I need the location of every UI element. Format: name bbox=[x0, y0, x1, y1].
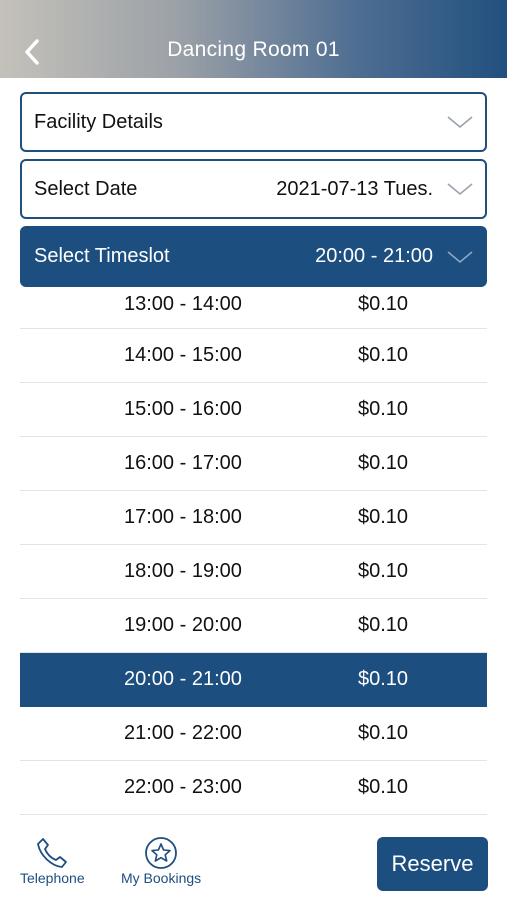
select-date-value: 2021-07-13 Tues. bbox=[276, 177, 433, 200]
telephone-tab[interactable]: Telephone bbox=[20, 836, 85, 886]
select-timeslot-label: Select Timeslot bbox=[34, 245, 170, 267]
my-bookings-label: My Bookings bbox=[121, 870, 202, 886]
select-date-label: Select Date bbox=[34, 177, 138, 200]
chevron-down-icon bbox=[447, 115, 473, 129]
timeslot-row[interactable]: 15:00 - 16:00 $0.10 bbox=[20, 383, 487, 437]
select-date-dropdown[interactable]: Select Date 2021-07-13 Tues. bbox=[20, 159, 487, 219]
chevron-down-icon bbox=[447, 250, 473, 264]
select-timeslot-value: 20:00 - 21:00 bbox=[315, 245, 433, 267]
timeslot-row[interactable]: 13:00 - 14:00 $0.10 bbox=[20, 287, 487, 329]
app-header: Dancing Room 01 bbox=[0, 0, 507, 78]
reserve-button[interactable]: Reserve bbox=[377, 837, 488, 891]
timeslot-row[interactable]: 22:00 - 23:00 $0.10 bbox=[20, 761, 487, 815]
timeslot-row[interactable]: 17:00 - 18:00 $0.10 bbox=[20, 491, 487, 545]
facility-details-label: Facility Details bbox=[34, 110, 163, 133]
page-title: Dancing Room 01 bbox=[167, 38, 340, 61]
timeslot-row[interactable]: 19:00 - 20:00 $0.10 bbox=[20, 599, 487, 653]
timeslot-row[interactable]: 14:00 - 15:00 $0.10 bbox=[20, 329, 487, 383]
my-bookings-tab[interactable]: My Bookings bbox=[121, 836, 201, 886]
timeslot-row-selected[interactable]: 20:00 - 21:00 $0.10 bbox=[20, 653, 487, 707]
telephone-label: Telephone bbox=[20, 870, 85, 886]
phone-icon bbox=[37, 838, 68, 868]
chevron-down-icon bbox=[447, 182, 473, 196]
timeslot-row[interactable]: 18:00 - 19:00 $0.10 bbox=[20, 545, 487, 599]
star-icon bbox=[145, 837, 177, 869]
timeslot-row[interactable]: 21:00 - 22:00 $0.10 bbox=[20, 707, 487, 761]
timeslot-list[interactable]: 13:00 - 14:00 $0.10 14:00 - 15:00 $0.10 … bbox=[20, 287, 487, 821]
select-timeslot-dropdown[interactable]: Select Timeslot 20:00 - 21:00 bbox=[20, 226, 487, 287]
timeslot-row[interactable]: 16:00 - 17:00 $0.10 bbox=[20, 437, 487, 491]
facility-details-dropdown[interactable]: Facility Details bbox=[20, 92, 487, 152]
